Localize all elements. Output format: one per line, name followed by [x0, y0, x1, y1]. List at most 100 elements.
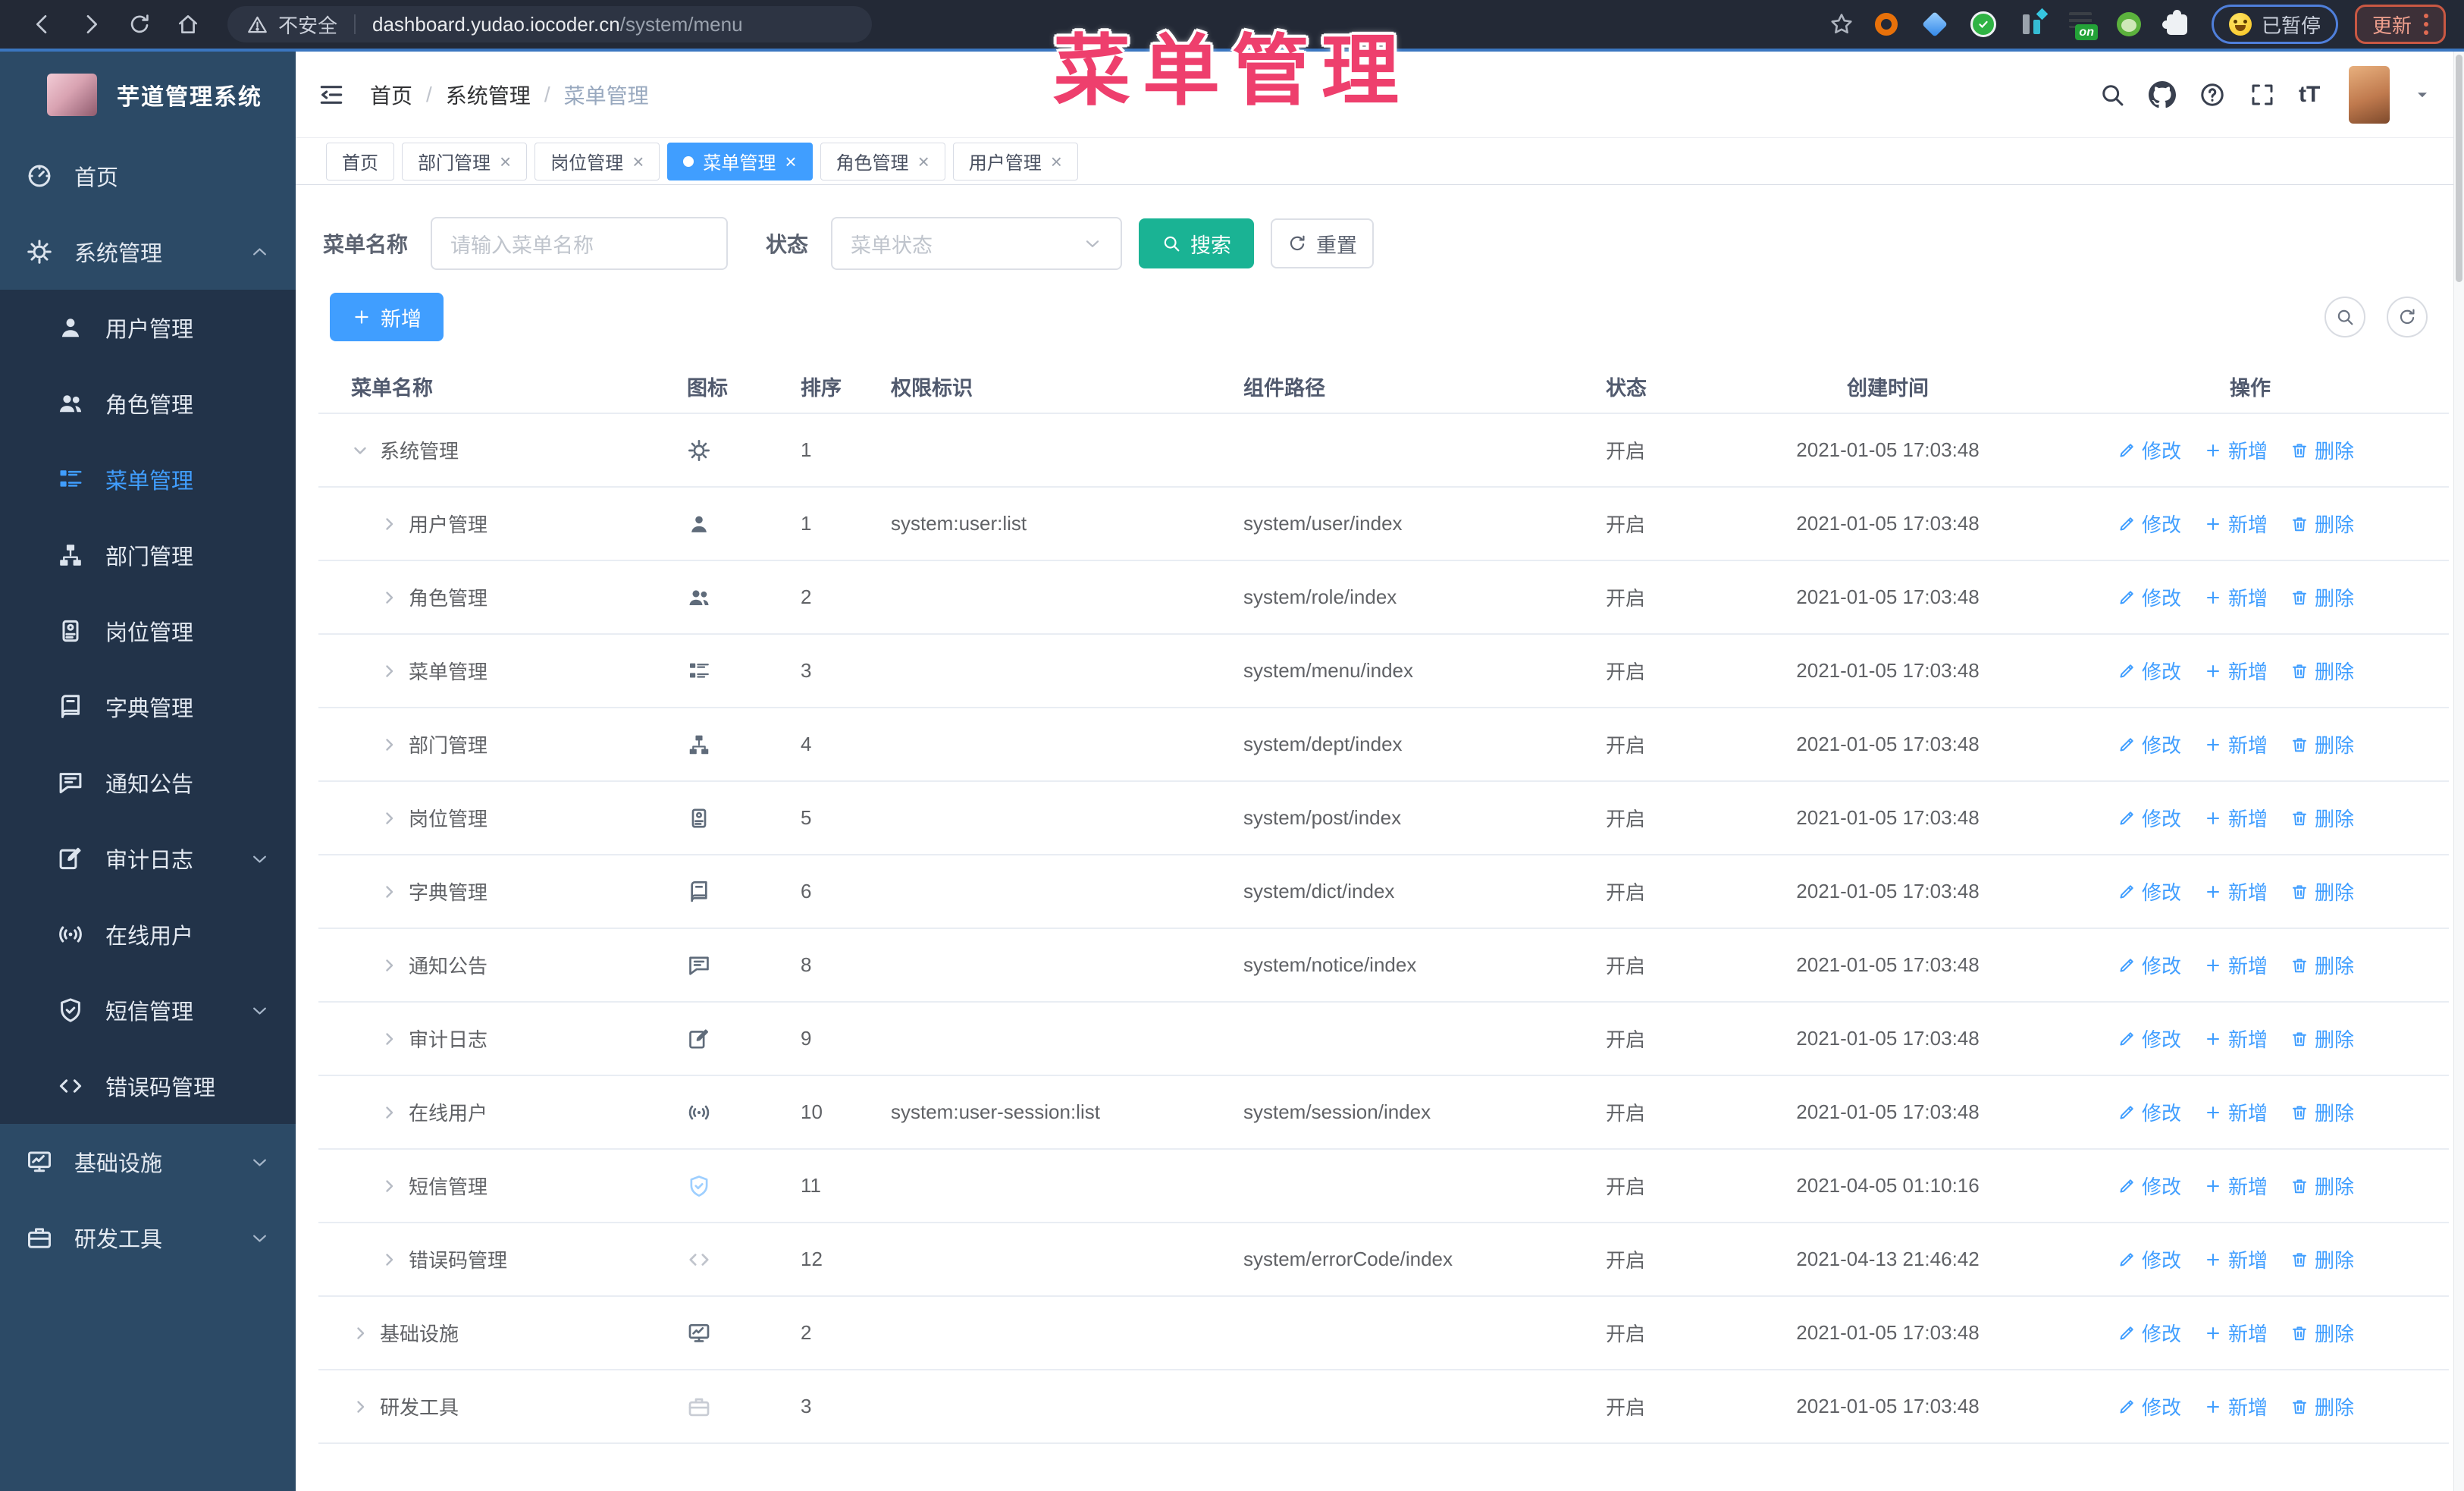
extension-puzzle[interactable]: [2162, 9, 2192, 39]
edit-link[interactable]: 修改: [2118, 951, 2181, 979]
address-bar[interactable]: 不安全 dashboard.yudao.iocoder.cn/system/me…: [227, 6, 872, 42]
edit-link[interactable]: 修改: [2118, 1319, 2181, 1347]
edit-link[interactable]: 修改: [2118, 1245, 2181, 1273]
extension-green-check[interactable]: [1969, 10, 1998, 39]
bookmark-star-icon[interactable]: [1828, 11, 1855, 38]
tab-item[interactable]: 菜单管理 ×: [667, 142, 813, 180]
sidebar-item-gear[interactable]: 系统管理: [0, 214, 296, 290]
expand-row-icon[interactable]: [380, 515, 398, 533]
delete-link[interactable]: 删除: [2290, 1025, 2354, 1053]
expand-row-icon[interactable]: [380, 589, 398, 607]
sidebar-item-dict[interactable]: 字典管理: [0, 669, 296, 745]
delete-link[interactable]: 删除: [2290, 877, 2354, 906]
scrollbar-thumb[interactable]: [2456, 55, 2462, 282]
refresh-table-button[interactable]: [2387, 297, 2428, 337]
add-link[interactable]: 新增: [2204, 1025, 2268, 1053]
extension-on-badge[interactable]: on: [2066, 10, 2098, 40]
delete-link[interactable]: 删除: [2290, 730, 2354, 758]
close-icon[interactable]: ×: [1051, 152, 1062, 171]
sidebar-item-log[interactable]: 审计日志: [0, 821, 296, 896]
edit-link[interactable]: 修改: [2118, 730, 2181, 758]
expand-row-icon[interactable]: [380, 736, 398, 754]
delete-link[interactable]: 删除: [2290, 804, 2354, 832]
add-link[interactable]: 新增: [2204, 877, 2268, 906]
sidebar-logo[interactable]: 芋道管理系统: [0, 52, 296, 138]
refresh-icon[interactable]: [127, 12, 152, 36]
delete-link[interactable]: 删除: [2290, 1245, 2354, 1273]
delete-link[interactable]: 删除: [2290, 657, 2354, 685]
edit-link[interactable]: 修改: [2118, 877, 2181, 906]
edit-link[interactable]: 修改: [2118, 1172, 2181, 1200]
font-size-icon[interactable]: tT: [2299, 81, 2326, 108]
browser-update-button[interactable]: 更新: [2354, 5, 2446, 44]
tab-item[interactable]: 角色管理 ×: [820, 142, 945, 180]
tab-item[interactable]: 岗位管理 ×: [534, 142, 660, 180]
expand-row-icon[interactable]: [380, 883, 398, 901]
status-select[interactable]: 菜单状态: [831, 217, 1123, 270]
sidebar-item-user[interactable]: 用户管理: [0, 290, 296, 366]
add-link[interactable]: 新增: [2204, 436, 2268, 464]
toggle-search-button[interactable]: [2324, 297, 2365, 337]
extension-cyan-bars[interactable]: [2017, 8, 2049, 39]
kebab-menu-icon[interactable]: [2424, 14, 2428, 35]
tab-item[interactable]: 部门管理 ×: [402, 142, 528, 180]
expand-row-icon[interactable]: [351, 1324, 369, 1342]
expand-row-icon[interactable]: [380, 1177, 398, 1195]
home-icon[interactable]: [176, 12, 200, 36]
edit-link[interactable]: 修改: [2118, 510, 2181, 538]
sidebar-item-code[interactable]: 错误码管理: [0, 1048, 296, 1124]
expand-row-icon[interactable]: [380, 1251, 398, 1269]
add-link[interactable]: 新增: [2204, 1245, 2268, 1273]
add-link[interactable]: 新增: [2204, 1319, 2268, 1347]
expand-row-icon[interactable]: [380, 1103, 398, 1122]
add-link[interactable]: 新增: [2204, 951, 2268, 979]
delete-link[interactable]: 删除: [2290, 1172, 2354, 1200]
edit-link[interactable]: 修改: [2118, 657, 2181, 685]
add-button[interactable]: 新增: [330, 293, 444, 341]
tab-item[interactable]: 用户管理 ×: [952, 142, 1078, 180]
delete-link[interactable]: 删除: [2290, 1098, 2354, 1126]
close-icon[interactable]: ×: [632, 152, 644, 171]
edit-link[interactable]: 修改: [2118, 1025, 2181, 1053]
delete-link[interactable]: 删除: [2290, 951, 2354, 979]
sidebar-item-shield[interactable]: 短信管理: [0, 972, 296, 1048]
chevron-down-icon[interactable]: [2412, 85, 2432, 105]
back-icon[interactable]: [30, 12, 55, 36]
sidebar-item-toolbox[interactable]: 研发工具: [0, 1200, 296, 1276]
add-link[interactable]: 新增: [2204, 804, 2268, 832]
expand-row-icon[interactable]: [380, 662, 398, 680]
reset-button[interactable]: 重置: [1271, 218, 1375, 268]
help-icon[interactable]: [2199, 81, 2226, 108]
extension-orange-ring[interactable]: [1872, 10, 1901, 39]
sidebar-item-tree[interactable]: 部门管理: [0, 517, 296, 593]
search-icon[interactable]: [2099, 81, 2126, 108]
user-avatar[interactable]: [2349, 65, 2390, 124]
extension-green-monkey[interactable]: [2114, 10, 2143, 39]
menu-name-input[interactable]: 请输入菜单名称: [431, 217, 729, 270]
tab-item[interactable]: 首页: [326, 142, 394, 180]
edit-link[interactable]: 修改: [2118, 436, 2181, 464]
add-link[interactable]: 新增: [2204, 583, 2268, 611]
sidebar-item-monitor[interactable]: 基础设施: [0, 1124, 296, 1200]
edit-link[interactable]: 修改: [2118, 804, 2181, 832]
expand-row-icon[interactable]: [380, 1030, 398, 1048]
expand-row-icon[interactable]: [380, 956, 398, 975]
add-link[interactable]: 新增: [2204, 1098, 2268, 1126]
search-button[interactable]: 搜索: [1139, 218, 1255, 268]
hamburger-icon[interactable]: [317, 80, 346, 109]
fullscreen-icon[interactable]: [2249, 81, 2276, 108]
sidebar-item-notice[interactable]: 通知公告: [0, 745, 296, 821]
close-icon[interactable]: ×: [918, 152, 929, 171]
close-icon[interactable]: ×: [500, 152, 511, 171]
breadcrumb-item[interactable]: 系统管理: [446, 80, 531, 110]
add-link[interactable]: 新增: [2204, 730, 2268, 758]
sidebar-item-dashboard[interactable]: 首页: [0, 138, 296, 214]
edit-link[interactable]: 修改: [2118, 583, 2181, 611]
breadcrumb-item[interactable]: 首页: [370, 80, 412, 110]
paused-extension-pill[interactable]: 已暂停: [2211, 5, 2338, 44]
delete-link[interactable]: 删除: [2290, 1392, 2354, 1420]
sidebar-item-post[interactable]: 岗位管理: [0, 593, 296, 669]
delete-link[interactable]: 删除: [2290, 436, 2354, 464]
add-link[interactable]: 新增: [2204, 1172, 2268, 1200]
forward-icon[interactable]: [79, 12, 103, 36]
